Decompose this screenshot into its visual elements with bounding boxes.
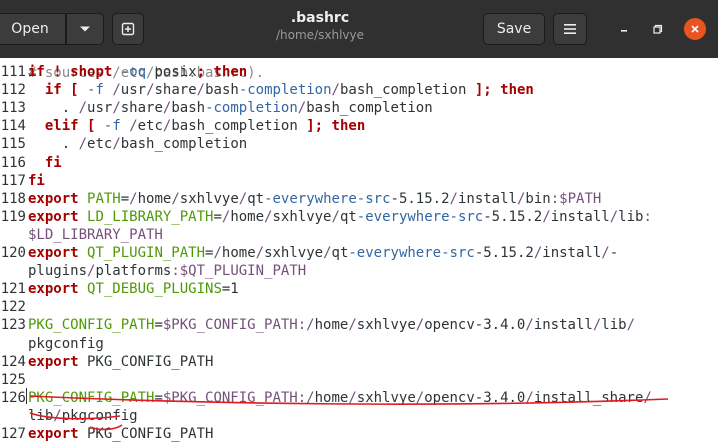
window-title: .bashrc <box>290 10 350 26</box>
line-number: 121 <box>0 281 26 298</box>
open-button-label: Open <box>11 21 49 37</box>
line-number: 120 <box>0 245 26 261</box>
code-text: fi <box>28 172 45 189</box>
code-text: $LD_LIBRARY_PATH <box>28 226 163 243</box>
line-number: 123 <box>0 317 26 334</box>
text-cursor <box>26 388 27 404</box>
open-button[interactable]: Open <box>0 13 66 45</box>
code-text: . /etc/bash_completion <box>28 136 248 153</box>
code-text: elif [ -f /etc/bash_completion ]; then <box>44 118 366 135</box>
new-document-button[interactable] <box>112 13 144 45</box>
code-text: export PATH=/home/sxhlvye/qt-everywhere-… <box>28 190 602 207</box>
line-number: 119 <box>0 208 26 225</box>
code-text: if [ -f /usr/share/bash-completion/bash_… <box>44 82 534 99</box>
code-text: PKG_CONFIG_PATH=$PKG_CONFIG_PATH:/home/s… <box>28 389 652 406</box>
text-editor[interactable]: # sources /etc/bash.bashrc). 111 if ! sho… <box>0 58 718 446</box>
code-text: pkgconfig <box>28 335 104 352</box>
minimize-button[interactable] <box>614 19 634 39</box>
close-button[interactable] <box>684 18 706 40</box>
code-text: . /usr/share/bash-completion/bash_comple… <box>28 100 433 117</box>
window-subtitle: /home/sxhlvye <box>276 28 364 42</box>
menu-button[interactable] <box>553 13 587 45</box>
code-text: plugins/platforms:$QT_PLUGIN_PATH <box>28 263 307 280</box>
open-dropdown-button[interactable] <box>66 13 104 45</box>
line-number: 127 <box>0 426 26 442</box>
line-number: 124 <box>0 353 26 370</box>
line-number: 114 <box>0 118 26 135</box>
new-document-icon <box>121 22 135 36</box>
save-button-label: Save <box>496 21 532 37</box>
line-number: 117 <box>0 172 26 189</box>
code-text: export QT_PLUGIN_PATH=/home/sxhlvye/qt-e… <box>28 245 619 261</box>
close-icon <box>691 25 699 33</box>
header-bar: Open .bashrc /home/sxhlvye Save <box>0 0 718 58</box>
hamburger-menu-icon <box>564 24 576 34</box>
line-number: 126 <box>0 389 26 406</box>
line-number: 111 <box>0 64 26 80</box>
maximize-button[interactable] <box>648 19 668 39</box>
line-number: 113 <box>0 100 26 117</box>
code-text: export PKG_CONFIG_PATH <box>28 353 214 370</box>
code-text: PKG_CONFIG_PATH=$PKG_CONFIG_PATH:/home/s… <box>28 317 635 334</box>
window-title-area: .bashrc /home/sxhlvye <box>200 9 440 43</box>
line-number: 112 <box>0 82 26 99</box>
maximize-icon <box>653 24 663 34</box>
code-text: lib/pkgconfig <box>28 407 138 424</box>
line-number: 115 <box>0 136 26 153</box>
code-text: fi <box>44 154 62 171</box>
code-text: if ! shopt -oq posix; then <box>28 64 248 80</box>
code-text: export PKG_CONFIG_PATH <box>28 426 214 442</box>
code-text: export LD_LIBRARY_PATH=/home/sxhlvye/qt-… <box>28 208 652 225</box>
line-number: 116 <box>0 154 26 171</box>
line-number: 122 <box>0 299 26 316</box>
minimize-icon <box>621 30 627 32</box>
line-number: 118 <box>0 190 26 207</box>
chevron-down-icon <box>80 26 90 32</box>
code-text: export QT_DEBUG_PLUGINS=1 <box>28 281 239 298</box>
save-button[interactable]: Save <box>483 13 545 45</box>
line-number: 125 <box>0 371 26 388</box>
